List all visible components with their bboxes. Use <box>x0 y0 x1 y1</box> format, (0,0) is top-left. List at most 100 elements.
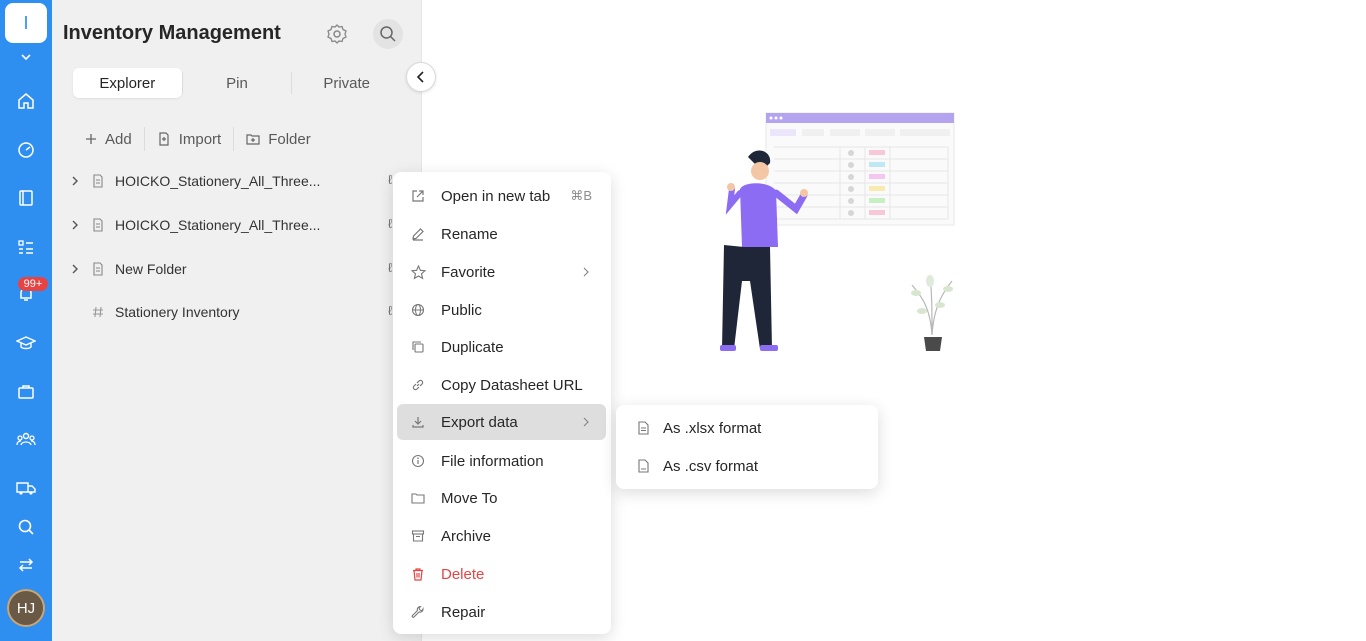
more-icon[interactable]: ℓ <box>388 172 392 187</box>
menu-item-label: Favorite <box>441 263 496 281</box>
gear-icon[interactable] <box>325 22 349 46</box>
menu-item-rename[interactable]: Rename <box>397 216 606 252</box>
plus-icon <box>85 133 97 145</box>
avatar-initials: HJ <box>16 599 36 617</box>
export-submenu: As .xlsx format As .csv format <box>616 405 878 489</box>
menu-item-repair[interactable]: Repair <box>397 594 606 630</box>
tree-item[interactable]: HOICKO_Stationery_All_Three... <box>66 214 320 236</box>
space-initial: I <box>23 12 29 33</box>
external-link-icon <box>409 189 427 203</box>
menu-item-favorite[interactable]: Favorite <box>397 254 606 290</box>
more-icon[interactable]: ℓ <box>388 260 392 275</box>
graduation-cap-icon[interactable] <box>14 331 38 355</box>
collapse-sidebar-button[interactable] <box>406 62 436 92</box>
tree-item[interactable]: New Folder <box>66 258 187 280</box>
more-icon[interactable]: ℓ <box>388 216 392 231</box>
tree-item-label: New Folder <box>115 261 187 277</box>
search-icon <box>380 26 396 42</box>
export-csv-option[interactable]: As .csv format <box>620 448 874 484</box>
xlsx-file-icon <box>634 421 652 435</box>
menu-item-label: Repair <box>441 603 486 621</box>
menu-item-label: Public <box>441 301 482 319</box>
notification-badge: 99+ <box>18 277 48 291</box>
globe-icon <box>409 303 427 317</box>
tab-private[interactable]: Private <box>292 68 401 98</box>
menu-item-label: Duplicate <box>441 338 504 356</box>
menu-item-label: File information <box>441 452 544 470</box>
swap-icon[interactable] <box>14 553 38 577</box>
wrench-icon <box>409 605 427 619</box>
menu-item-move-to[interactable]: Move To <box>397 480 606 516</box>
search-icon[interactable] <box>14 515 38 539</box>
add-button[interactable]: Add <box>73 131 144 148</box>
tree-item[interactable]: Stationery Inventory <box>66 301 240 323</box>
menu-item-label: Open in new tab <box>441 187 551 205</box>
export-xlsx-option[interactable]: As .xlsx format <box>620 410 874 446</box>
import-button[interactable]: Import <box>145 131 234 148</box>
tree-item-label: HOICKO_Stationery_All_Three... <box>115 217 321 233</box>
tab-pin[interactable]: Pin <box>183 68 292 98</box>
chevron-right-icon <box>582 267 590 277</box>
briefcase-icon[interactable] <box>14 380 38 404</box>
list-icon[interactable] <box>14 235 38 259</box>
shortcut-hint: ⌘B <box>570 188 592 203</box>
menu-item-public[interactable]: Public <box>397 292 606 328</box>
chevron-right-icon[interactable] <box>66 176 84 186</box>
link-icon <box>409 378 427 392</box>
folder-icon <box>88 262 108 276</box>
chevron-right-icon[interactable] <box>66 220 84 230</box>
team-icon[interactable] <box>14 427 38 451</box>
download-icon <box>409 415 427 429</box>
menu-item-archive[interactable]: Archive <box>397 518 606 554</box>
menu-item-label: Export data <box>441 413 518 431</box>
menu-item-label: Copy Datasheet URL <box>441 376 583 394</box>
menu-item-export-data[interactable]: Export data <box>397 404 606 440</box>
left-rail: I 99+ HJ <box>0 0 52 641</box>
tree-item-label: Stationery Inventory <box>115 304 240 320</box>
menu-item-label: Delete <box>441 565 485 583</box>
chevron-down-icon[interactable] <box>14 45 38 69</box>
edit-icon <box>409 227 427 241</box>
chevron-right-icon <box>582 417 590 427</box>
folder-label: Folder <box>268 130 311 148</box>
book-icon[interactable] <box>14 186 38 210</box>
truck-icon[interactable] <box>14 476 38 500</box>
info-icon <box>409 454 427 468</box>
tree-item[interactable]: HOICKO_Stationery_All_Three... <box>66 170 320 192</box>
import-icon <box>157 132 171 146</box>
hash-icon <box>88 306 108 318</box>
trash-icon <box>409 567 427 581</box>
archive-icon <box>409 529 427 543</box>
folder-icon <box>88 218 108 232</box>
dashboard-icon[interactable] <box>14 138 38 162</box>
menu-item-open-new-tab[interactable]: Open in new tab ⌘B <box>397 178 606 214</box>
menu-item-copy-url[interactable]: Copy Datasheet URL <box>397 367 606 403</box>
copy-icon <box>409 340 427 354</box>
add-label: Add <box>105 130 132 148</box>
explorer-panel: Inventory Management Explorer Pin Privat… <box>52 0 422 641</box>
menu-item-label: Archive <box>441 527 492 545</box>
explorer-actions: Add Import Folder <box>73 126 413 152</box>
tree-item-label: HOICKO_Stationery_All_Three... <box>115 173 321 189</box>
csv-file-icon <box>634 459 652 473</box>
menu-item-file-information[interactable]: File information <box>397 443 606 479</box>
star-icon <box>409 264 427 280</box>
menu-item-duplicate[interactable]: Duplicate <box>397 329 606 365</box>
export-option-label: As .xlsx format <box>663 419 762 437</box>
menu-item-delete[interactable]: Delete <box>397 556 606 592</box>
export-option-label: As .csv format <box>663 457 759 475</box>
chevron-right-icon[interactable] <box>66 264 84 274</box>
more-icon[interactable]: ℓ <box>388 303 392 318</box>
folder-add-icon <box>246 132 260 146</box>
home-icon[interactable] <box>14 89 38 113</box>
tab-explorer[interactable]: Explorer <box>73 68 182 98</box>
new-folder-button[interactable]: Folder <box>234 131 323 148</box>
empty-state-illustration <box>700 105 970 360</box>
context-menu: Open in new tab ⌘B Rename Favorite Publi… <box>393 172 611 634</box>
folder-move-icon <box>409 491 427 505</box>
search-button[interactable] <box>373 19 403 49</box>
avatar[interactable]: HJ <box>7 589 45 627</box>
space-switcher-button[interactable]: I <box>5 3 47 43</box>
chevron-left-icon <box>416 71 424 83</box>
space-title: Inventory Management <box>63 22 281 44</box>
